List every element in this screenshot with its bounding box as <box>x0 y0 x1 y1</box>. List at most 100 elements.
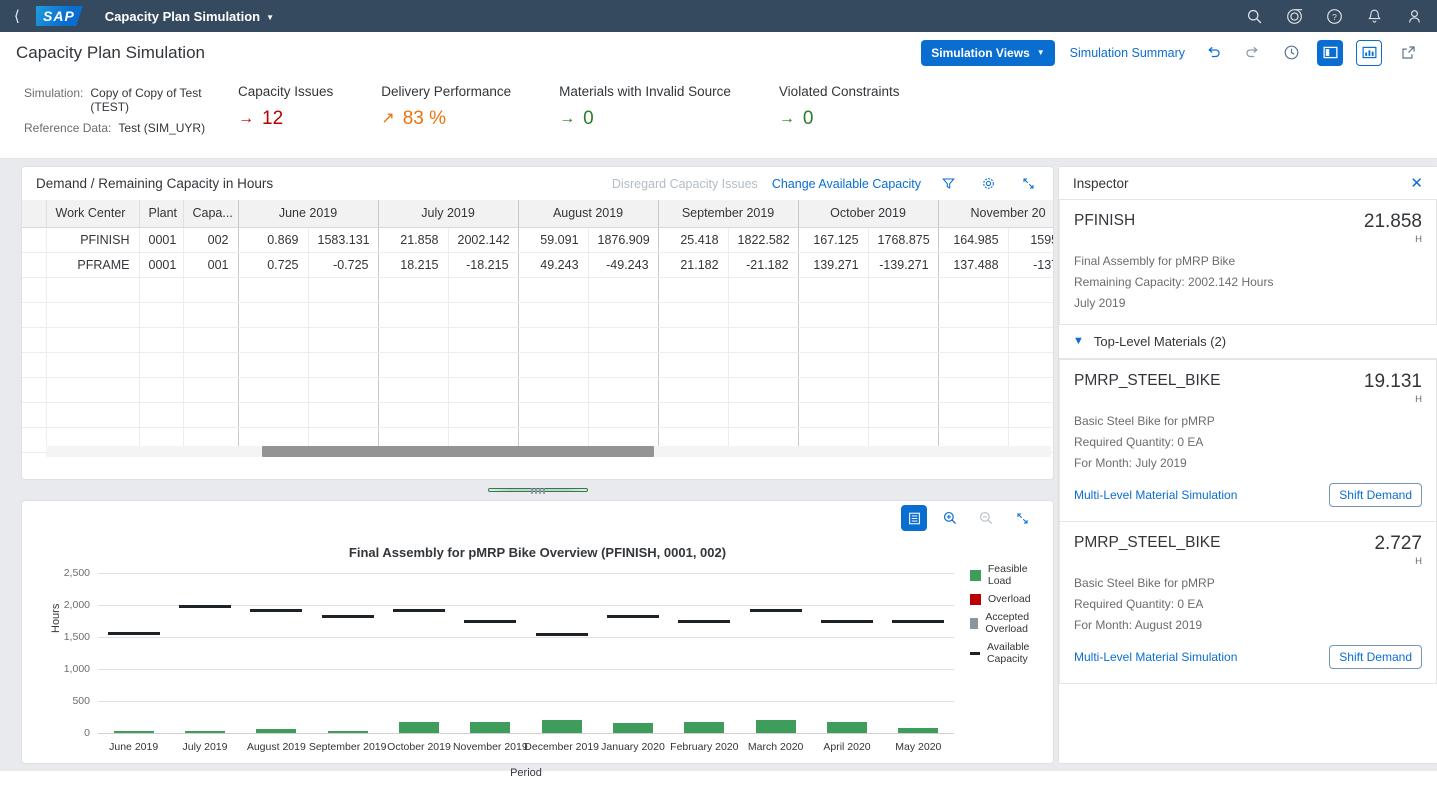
chart-bar[interactable] <box>613 723 653 733</box>
shell-title[interactable]: Capacity Plan Simulation ▼ <box>105 9 274 24</box>
chart-legend-item[interactable]: Available Capacity <box>970 641 1053 665</box>
cell-value: 167.125 <box>798 227 868 252</box>
table-row[interactable] <box>22 327 1053 352</box>
help-icon[interactable]: ? <box>1326 8 1343 25</box>
col-plant[interactable]: Plant <box>139 200 183 227</box>
col-capacity[interactable]: Capa... <box>183 200 238 227</box>
chart-x-tick-label: July 2019 <box>183 741 228 753</box>
kpi-delivery-performance[interactable]: Delivery Performance ↗ 83 % <box>381 84 511 130</box>
pane-splitter[interactable] <box>22 479 1053 501</box>
col-period-october-2019[interactable]: October 2019 <box>798 200 938 227</box>
chart-bar[interactable] <box>470 722 510 733</box>
split-view-icon[interactable] <box>1317 40 1343 66</box>
col-period-november-2019[interactable]: November 20 <box>938 200 1053 227</box>
chart-bar[interactable] <box>399 722 439 733</box>
table-row[interactable] <box>22 377 1053 402</box>
chart-y-tick-label: 1,500 <box>64 631 90 643</box>
change-available-capacity-button[interactable]: Change Available Capacity <box>772 177 921 191</box>
close-icon[interactable]: ✕ <box>1410 176 1423 191</box>
kpi-violated-constraints[interactable]: Violated Constraints → 0 <box>779 84 900 130</box>
scrollbar-thumb[interactable] <box>262 446 654 457</box>
chart-bar[interactable] <box>114 731 154 733</box>
chevron-down-icon[interactable]: ▼ <box>1073 335 1084 347</box>
chart-bar[interactable] <box>684 722 724 733</box>
chart-legend-item[interactable]: Feasible Load <box>970 563 1053 587</box>
chart-capacity-marker[interactable] <box>750 609 802 612</box>
chart-capacity-marker[interactable] <box>108 632 160 635</box>
chart-capacity-marker[interactable] <box>536 633 588 636</box>
empty-cell <box>588 377 658 402</box>
multi-level-material-simulation-link[interactable]: Multi-Level Material Simulation <box>1074 650 1237 664</box>
fullscreen-icon[interactable] <box>1009 505 1035 531</box>
chart-bar[interactable] <box>827 722 867 733</box>
back-icon[interactable]: ⟨ <box>14 9 36 24</box>
chart-capacity-marker[interactable] <box>393 609 445 612</box>
kpi-capacity-issues[interactable]: Capacity Issues → 12 <box>238 84 333 130</box>
row-select-cell[interactable] <box>22 227 46 252</box>
zoom-out-icon[interactable] <box>973 505 999 531</box>
chart-bar[interactable] <box>756 720 796 733</box>
undo-icon[interactable] <box>1200 40 1226 66</box>
bell-icon[interactable] <box>1366 8 1383 25</box>
chart-legend-item[interactable]: Overload <box>970 593 1053 605</box>
fullscreen-icon[interactable] <box>1015 171 1041 197</box>
chart-capacity-marker[interactable] <box>892 620 944 623</box>
chart-legend-item[interactable]: Accepted Overload <box>970 611 1053 635</box>
table-horizontal-scrollbar[interactable] <box>46 446 1051 457</box>
table-row[interactable]: PFRAME 0001 001 0.725 -0.725 18.215 -18.… <box>22 252 1053 277</box>
row-select-cell[interactable] <box>22 252 46 277</box>
chevron-down-icon: ▼ <box>266 13 274 22</box>
simulation-summary-button[interactable]: Simulation Summary <box>1068 42 1187 64</box>
gear-icon[interactable] <box>975 171 1001 197</box>
chart-bar[interactable] <box>185 731 225 733</box>
cell-value: 1876.909 <box>588 227 658 252</box>
table-row[interactable] <box>22 277 1053 302</box>
filter-icon[interactable] <box>935 171 961 197</box>
empty-cell <box>588 352 658 377</box>
empty-cell <box>46 277 139 302</box>
table-row[interactable] <box>22 302 1053 327</box>
col-period-june-2019[interactable]: June 2019 <box>238 200 378 227</box>
target-icon[interactable] <box>1286 8 1303 25</box>
chart-bar[interactable] <box>256 729 296 733</box>
chart-capacity-marker[interactable] <box>607 615 659 618</box>
col-work-center[interactable]: Work Center <box>46 200 139 227</box>
table-row[interactable]: PFINISH 0001 002 0.869 1583.131 21.858 2… <box>22 227 1053 252</box>
chart-capacity-marker[interactable] <box>464 620 516 623</box>
chart-capacity-marker[interactable] <box>250 609 302 612</box>
empty-cell <box>798 277 868 302</box>
history-icon[interactable] <box>1278 40 1304 66</box>
chevron-down-icon: ▼ <box>1037 48 1045 57</box>
table-row[interactable] <box>22 352 1053 377</box>
user-icon[interactable] <box>1406 8 1423 25</box>
splitter-handle[interactable] <box>488 488 588 492</box>
chart-bar[interactable] <box>328 731 368 733</box>
chart-capacity-marker[interactable] <box>821 620 873 623</box>
chart-capacity-marker[interactable] <box>322 615 374 618</box>
empty-cell <box>448 377 518 402</box>
multi-level-material-simulation-link[interactable]: Multi-Level Material Simulation <box>1074 488 1237 502</box>
col-period-september-2019[interactable]: September 2019 <box>658 200 798 227</box>
chart-bar[interactable] <box>542 720 582 733</box>
kpi-materials-invalid-source[interactable]: Materials with Invalid Source → 0 <box>559 84 731 130</box>
zoom-in-icon[interactable] <box>937 505 963 531</box>
share-icon[interactable] <box>1395 40 1421 66</box>
chart-capacity-marker[interactable] <box>678 620 730 623</box>
chart-details-icon[interactable] <box>901 505 927 531</box>
search-icon[interactable] <box>1246 8 1263 25</box>
inspector-main-unit: H <box>1364 234 1422 245</box>
chart-view-icon[interactable] <box>1356 40 1382 66</box>
table-row[interactable] <box>22 402 1053 427</box>
chart-bar[interactable] <box>898 728 938 733</box>
redo-icon[interactable] <box>1239 40 1265 66</box>
chart-y-tick-label: 2,000 <box>64 599 90 611</box>
col-period-july-2019[interactable]: July 2019 <box>378 200 518 227</box>
shift-demand-button[interactable]: Shift Demand <box>1329 483 1422 507</box>
shift-demand-button[interactable]: Shift Demand <box>1329 645 1422 669</box>
top-level-materials-section[interactable]: ▼ Top-Level Materials (2) <box>1059 325 1437 359</box>
col-period-august-2019[interactable]: August 2019 <box>518 200 658 227</box>
chart-capacity-marker[interactable] <box>179 605 231 608</box>
empty-cell <box>378 327 448 352</box>
simulation-views-button[interactable]: Simulation Views ▼ <box>921 40 1054 66</box>
simulation-info: Simulation: Copy of Copy of Test (TEST) … <box>24 84 238 142</box>
